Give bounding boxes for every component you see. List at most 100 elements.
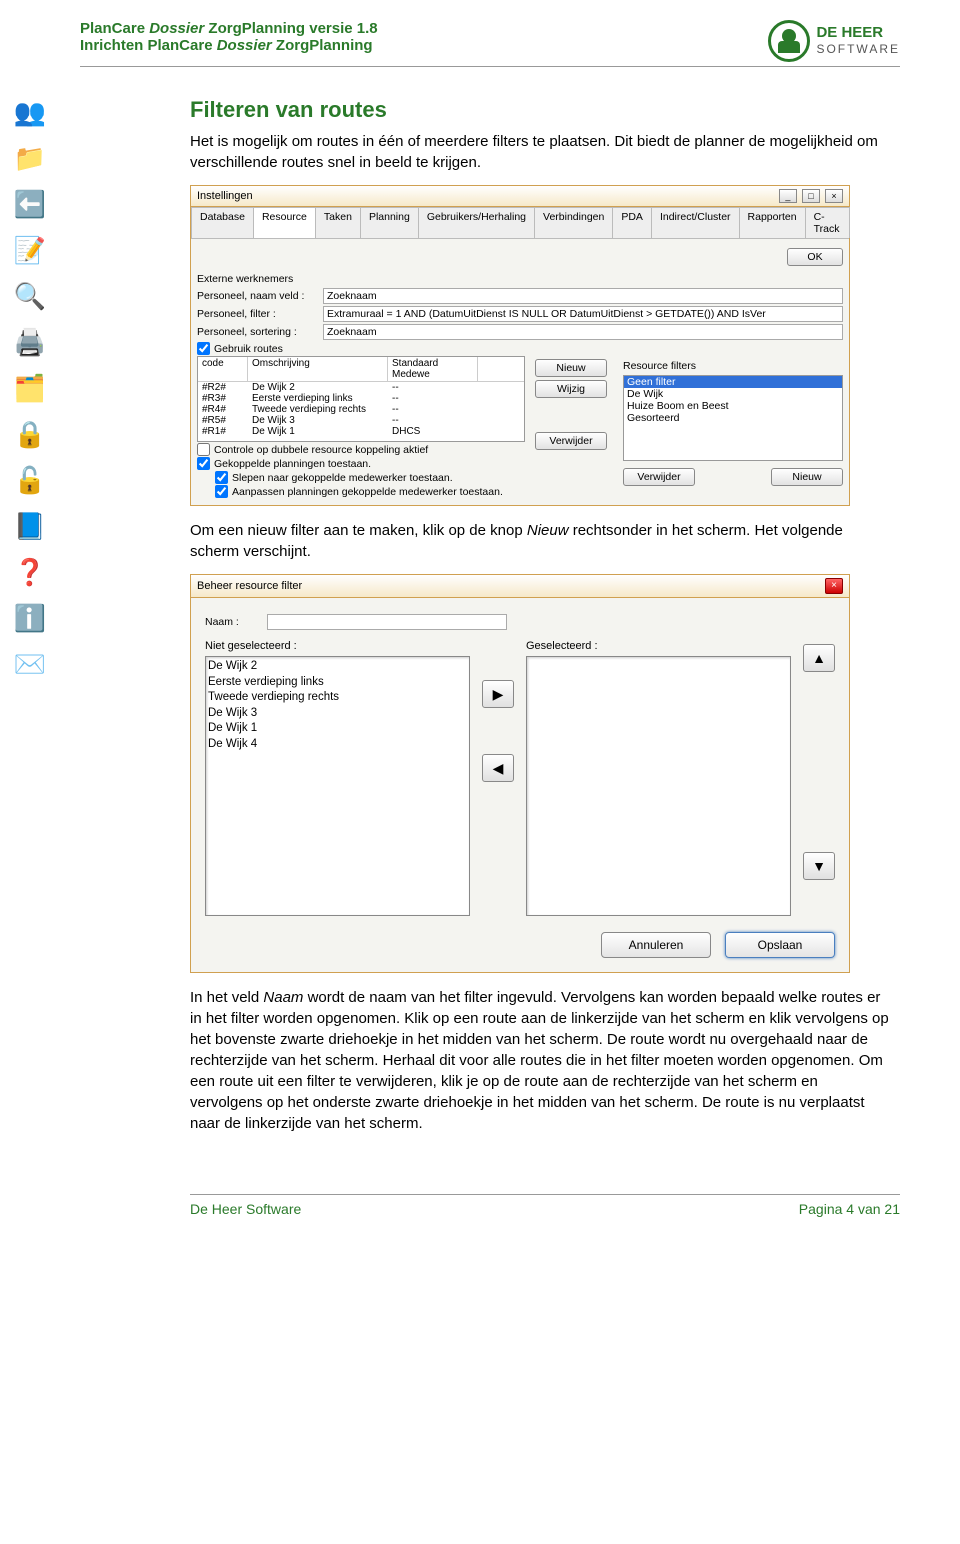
tab-planning[interactable]: Planning — [360, 207, 419, 238]
routes-table[interactable]: codeOmschrijvingStandaard Medewe #R2#De … — [197, 356, 525, 442]
field-sort-input[interactable] — [323, 324, 843, 340]
naam-input[interactable] — [267, 614, 507, 630]
page-footer: De Heer Software Pagina 4 van 21 — [190, 1194, 900, 1217]
settings-dialog: Instellingen _ □ × Database Resource Tak… — [190, 185, 850, 506]
list-item[interactable]: Eerste verdieping links — [208, 675, 467, 691]
checkbox-aanpassen[interactable] — [215, 485, 228, 498]
section-title: Filteren van routes — [190, 97, 900, 123]
checkbox-gebruik-routes[interactable] — [197, 342, 210, 355]
tab-rapporten[interactable]: Rapporten — [739, 207, 806, 238]
opslaan-button[interactable]: Opslaan — [725, 932, 835, 958]
note-add-icon[interactable]: 📝 — [8, 228, 52, 272]
checkbox-gekoppeld-label: Gekoppelde planningen toestaan. — [214, 458, 371, 470]
logo: DE HEERSOFTWARE — [768, 20, 900, 62]
lock-open-icon[interactable]: 🔓 — [8, 458, 52, 502]
list-item[interactable]: De Wijk 3 — [208, 706, 467, 722]
header-title: PlanCare Dossier ZorgPlanning versie 1.8… — [80, 20, 378, 54]
people-icon[interactable]: 👥 — [8, 90, 52, 134]
info-icon[interactable]: ℹ️ — [8, 596, 52, 640]
sidebar: 👥 📁 ⬅️ 📝 🔍 🖨️ 🗂️ 🔒 🔓 📘 ❓ ℹ️ ✉️ — [8, 90, 52, 686]
field-naam-input[interactable] — [323, 288, 843, 304]
nieuw-filter-button[interactable]: Nieuw — [771, 468, 843, 486]
checkbox-gebruik-routes-label: Gebruik routes — [214, 343, 283, 355]
niet-geselecteerd-list[interactable]: De Wijk 2 Eerste verdieping links Tweede… — [205, 656, 470, 916]
resource-filters-list[interactable]: Geen filter De Wijk Huize Boom en Beest … — [623, 375, 843, 461]
field-filter-label: Personeel, filter : — [197, 308, 317, 320]
search-icon[interactable]: 🔍 — [8, 274, 52, 318]
move-up-button[interactable]: ▲ — [803, 644, 835, 672]
dialog-title: Beheer resource filter — [197, 580, 302, 592]
table-row[interactable]: #R3#Eerste verdieping links-- — [198, 393, 524, 404]
tab-indirect[interactable]: Indirect/Cluster — [651, 207, 740, 238]
table-row[interactable]: #R5#De Wijk 3-- — [198, 415, 524, 426]
field-sort-label: Personeel, sortering : — [197, 326, 317, 338]
list-item[interactable]: Geen filter — [624, 376, 842, 388]
table-row[interactable]: #R2#De Wijk 2-- — [198, 382, 524, 393]
maximize-icon[interactable]: □ — [802, 189, 820, 203]
page-header: PlanCare Dossier ZorgPlanning versie 1.8… — [80, 20, 900, 67]
tab-bar: Database Resource Taken Planning Gebruik… — [191, 207, 849, 239]
paragraph-2: Om een nieuw filter aan te maken, klik o… — [190, 520, 890, 562]
wijzig-route-button[interactable]: Wijzig — [535, 380, 607, 398]
annuleren-button[interactable]: Annuleren — [601, 932, 711, 958]
archive-icon[interactable]: 🗂️ — [8, 366, 52, 410]
group-label: Externe werknemers — [197, 273, 843, 285]
close-icon[interactable]: × — [825, 189, 843, 203]
list-item[interactable]: De Wijk 2 — [208, 659, 467, 675]
verwijder-route-button[interactable]: Verwijder — [535, 432, 607, 450]
table-row[interactable]: #R1#De Wijk 1DHCS — [198, 426, 524, 437]
back-icon[interactable]: ⬅️ — [8, 182, 52, 226]
book-icon[interactable]: 📘 — [8, 504, 52, 548]
intro-paragraph: Het is mogelijk om routes in één of meer… — [190, 131, 890, 173]
folder-icon[interactable]: 📁 — [8, 136, 52, 180]
minimize-icon[interactable]: _ — [779, 189, 797, 203]
checkbox-gekoppeld[interactable] — [197, 457, 210, 470]
move-left-button[interactable]: ◀ — [482, 754, 514, 782]
field-naam-label: Personeel, naam veld : — [197, 290, 317, 302]
footer-left: De Heer Software — [190, 1201, 301, 1217]
help-icon[interactable]: ❓ — [8, 550, 52, 594]
list-item[interactable]: Tweede verdieping rechts — [208, 690, 467, 706]
beheer-filter-dialog: Beheer resource filter × Naam : Niet ges… — [190, 574, 850, 973]
niet-geselecteerd-label: Niet geselecteerd : — [205, 640, 470, 652]
lock-closed-icon[interactable]: 🔒 — [8, 412, 52, 456]
paragraph-3: In het veld Naam wordt de naam van het f… — [190, 987, 890, 1134]
col-code: code — [198, 357, 248, 381]
table-row[interactable]: #R4#Tweede verdieping rechts-- — [198, 404, 524, 415]
move-right-button[interactable]: ▶ — [482, 680, 514, 708]
list-item[interactable]: Gesorteerd — [624, 412, 842, 424]
geselecteerd-list[interactable] — [526, 656, 791, 916]
list-item[interactable]: De Wijk 1 — [208, 721, 467, 737]
tab-taken[interactable]: Taken — [315, 207, 361, 238]
tab-resource[interactable]: Resource — [253, 207, 316, 238]
tab-verbindingen[interactable]: Verbindingen — [534, 207, 613, 238]
checkbox-dubbele[interactable] — [197, 443, 210, 456]
col-omschrijving: Omschrijving — [248, 357, 388, 381]
logo-icon — [768, 20, 810, 62]
field-filter-input[interactable] — [323, 306, 843, 322]
move-down-button[interactable]: ▼ — [803, 852, 835, 880]
checkbox-slepen-label: Slepen naar gekoppelde medewerker toesta… — [232, 472, 453, 484]
checkbox-dubbele-label: Controle op dubbele resource koppeling a… — [214, 444, 428, 456]
resource-filters-label: Resource filters — [623, 360, 843, 372]
print-icon[interactable]: 🖨️ — [8, 320, 52, 364]
checkbox-aanpassen-label: Aanpassen planningen gekoppelde medewerk… — [232, 486, 503, 498]
nieuw-route-button[interactable]: Nieuw — [535, 359, 607, 377]
close-icon[interactable]: × — [825, 578, 843, 594]
tab-pda[interactable]: PDA — [612, 207, 652, 238]
tab-ctrack[interactable]: C-Track — [805, 207, 850, 238]
verwijder-filter-button[interactable]: Verwijder — [623, 468, 695, 486]
tab-database[interactable]: Database — [191, 207, 254, 238]
mail-icon[interactable]: ✉️ — [8, 642, 52, 686]
list-item[interactable]: Huize Boom en Beest — [624, 400, 842, 412]
list-item[interactable]: De Wijk — [624, 388, 842, 400]
col-medewerker: Standaard Medewe — [388, 357, 478, 381]
ok-button[interactable]: OK — [787, 248, 843, 266]
window-controls: _ □ × — [777, 189, 843, 203]
footer-right: Pagina 4 van 21 — [799, 1201, 900, 1217]
naam-label: Naam : — [205, 616, 261, 628]
tab-gebruikers[interactable]: Gebruikers/Herhaling — [418, 207, 535, 238]
checkbox-slepen[interactable] — [215, 471, 228, 484]
geselecteerd-label: Geselecteerd : — [526, 640, 791, 652]
list-item[interactable]: De Wijk 4 — [208, 737, 467, 753]
